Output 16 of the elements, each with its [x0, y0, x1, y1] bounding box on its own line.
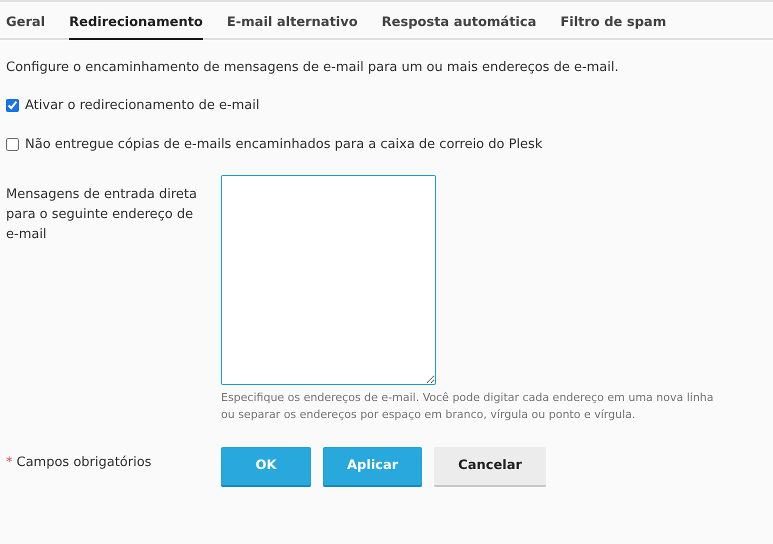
address-field[interactable] — [221, 174, 436, 384]
required-note: Campos obrigatórios — [16, 454, 152, 472]
checkbox-label: Ativar o redirecionamento de e-mail — [25, 96, 260, 114]
field-label: Mensagens de entrada direta para o seguinte endereço de e-mail — [6, 186, 198, 244]
tab[interactable]: Geral — [6, 12, 46, 40]
checkbox[interactable] — [6, 138, 19, 152]
checkbox-label: Não entregue cópias de e-mails encaminhados para a caixa de correio do Plesk — [25, 136, 542, 154]
tab[interactable]: Filtro de spam — [560, 12, 666, 40]
field-hint: Especifique os endereços de e-mail. Você pode digitar cada endereço em uma nova linha ou separar os endereços por espaço em branco, vírgula ou ponto e vírgula. — [221, 390, 715, 422]
form-button[interactable]: Cancelar — [434, 446, 546, 486]
tab[interactable]: Redirecionamento — [69, 12, 203, 40]
checkbox[interactable] — [6, 98, 19, 112]
required-mark: * — [6, 454, 12, 472]
tab[interactable]: Resposta automática — [382, 12, 536, 40]
description: Configure o encaminhamento de mensagens de e-mail para um ou mais endereços de e-mail. — [6, 59, 620, 77]
tab[interactable]: E-mail alternativo — [226, 12, 358, 40]
